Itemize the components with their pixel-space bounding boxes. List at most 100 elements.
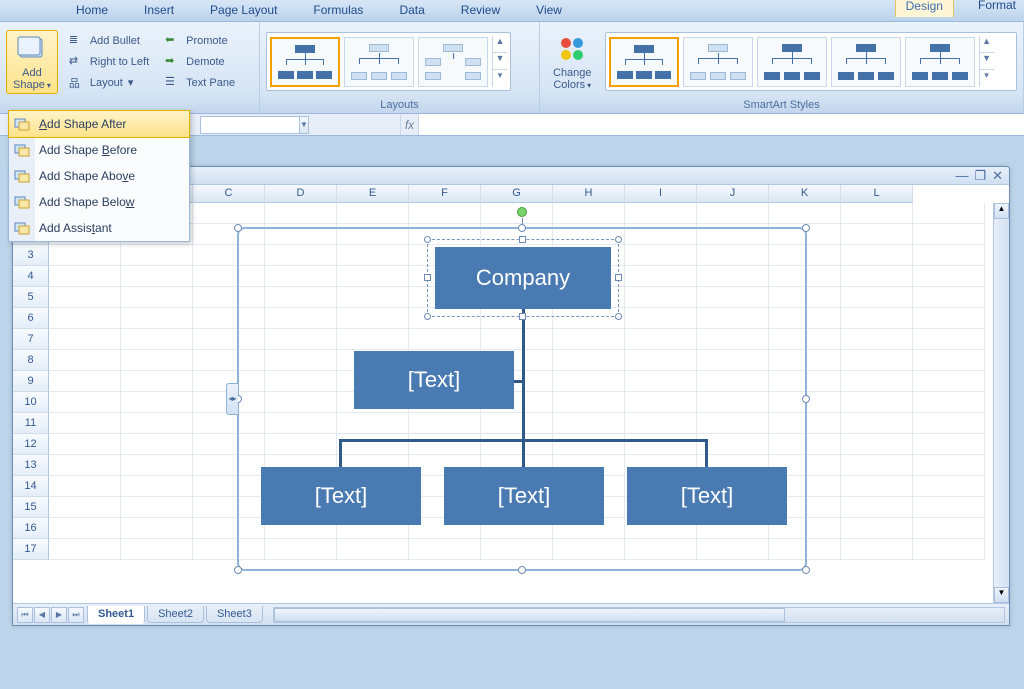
gallery-up[interactable]: ▲ [493, 36, 507, 53]
change-colors-button[interactable]: Change Colors [546, 30, 599, 94]
tab-format[interactable]: Format [974, 0, 1020, 17]
resize-handle-tm[interactable] [518, 224, 526, 232]
sheet-tab-1[interactable]: Sheet1 [87, 606, 145, 624]
col-C[interactable]: C [193, 185, 265, 203]
gallery-more[interactable]: ▾ [493, 70, 507, 87]
tab-data[interactable]: Data [395, 1, 428, 21]
row-11[interactable]: 11 [13, 413, 49, 434]
styles-up[interactable]: ▲ [980, 36, 994, 53]
style-thumb-3[interactable] [757, 37, 827, 87]
tab-design[interactable]: Design [895, 0, 954, 17]
row-15[interactable]: 15 [13, 497, 49, 518]
shape-handle[interactable] [424, 236, 431, 243]
add-bullet-button[interactable]: ≣Add Bullet [64, 31, 154, 51]
hscroll-thumb[interactable] [274, 608, 785, 622]
sheet-nav-prev[interactable]: ◀ [34, 607, 50, 623]
row-10[interactable]: 10 [13, 392, 49, 413]
row-9[interactable]: 9 [13, 371, 49, 392]
col-K[interactable]: K [769, 185, 841, 203]
resize-handle-bm[interactable] [518, 566, 526, 574]
tab-review[interactable]: Review [457, 1, 504, 21]
shape-handle[interactable] [615, 236, 622, 243]
vertical-scrollbar[interactable]: ▲ ▼ [993, 203, 1009, 603]
row-8[interactable]: 8 [13, 350, 49, 371]
formula-input[interactable] [418, 114, 1024, 135]
tab-insert[interactable]: Insert [140, 1, 178, 21]
row-16[interactable]: 16 [13, 518, 49, 539]
layout-thumb-3[interactable] [418, 37, 488, 87]
col-G[interactable]: G [481, 185, 553, 203]
row-6[interactable]: 6 [13, 308, 49, 329]
tab-home[interactable]: Home [72, 1, 112, 21]
resize-handle-bl[interactable] [234, 566, 242, 574]
resize-handle-tl[interactable] [234, 224, 242, 232]
sheet-nav-next[interactable]: ▶ [51, 607, 67, 623]
text-pane-button[interactable]: ☰Text Pane [160, 73, 240, 93]
gallery-down[interactable]: ▼ [493, 53, 507, 70]
scroll-up[interactable]: ▲ [994, 203, 1009, 219]
tab-page-layout[interactable]: Page Layout [206, 1, 281, 21]
horizontal-scrollbar[interactable] [273, 607, 1005, 623]
style-thumb-5[interactable] [905, 37, 975, 87]
menu-add-assistant[interactable]: Add Assistant [9, 215, 189, 241]
resize-handle-mr[interactable] [802, 395, 810, 403]
org-node-root[interactable]: Company [435, 247, 611, 309]
col-E[interactable]: E [337, 185, 409, 203]
menu-add-shape-above[interactable]: Add Shape Above [9, 163, 189, 189]
text-pane-toggle[interactable]: ◂▸ [226, 383, 238, 415]
style-thumb-4[interactable] [831, 37, 901, 87]
style-thumb-2[interactable] [683, 37, 753, 87]
sheet-tab-3[interactable]: Sheet3 [206, 606, 263, 623]
org-node-child-3[interactable]: [Text] [627, 467, 787, 525]
layout-button[interactable]: 品Layout ▾ [64, 73, 154, 93]
sheet-nav-first[interactable]: ⏮ [17, 607, 33, 623]
rotation-handle[interactable] [517, 207, 527, 217]
layout-thumb-2[interactable] [344, 37, 414, 87]
row-3[interactable]: 3 [13, 245, 49, 266]
shape-handle[interactable] [424, 274, 431, 281]
sheet-tab-2[interactable]: Sheet2 [147, 606, 204, 623]
smartart-frame[interactable]: ◂▸ Company [Text] [237, 227, 807, 571]
col-I[interactable]: I [625, 185, 697, 203]
fx-icon[interactable]: fx [400, 114, 418, 135]
row-13[interactable]: 13 [13, 455, 49, 476]
row-5[interactable]: 5 [13, 287, 49, 308]
layouts-gallery[interactable]: ▲ ▼ ▾ [266, 32, 511, 91]
org-node-child-2[interactable]: [Text] [444, 467, 604, 525]
tab-view[interactable]: View [532, 1, 566, 21]
window-minimize[interactable]: — [955, 168, 968, 183]
shape-handle[interactable] [519, 313, 526, 320]
shape-handle[interactable] [424, 313, 431, 320]
scroll-down[interactable]: ▼ [994, 587, 1009, 603]
window-restore[interactable]: ❐ [974, 168, 986, 184]
tab-formulas[interactable]: Formulas [309, 1, 367, 21]
sheet-nav-last[interactable]: ⏭ [68, 607, 84, 623]
right-to-left-button[interactable]: ⇄Right to Left [64, 52, 154, 72]
style-thumb-1[interactable] [609, 37, 679, 87]
resize-handle-tr[interactable] [802, 224, 810, 232]
shape-handle[interactable] [615, 313, 622, 320]
resize-handle-br[interactable] [802, 566, 810, 574]
grid[interactable]: A B C D E F G H I J K L 1234567891011121… [13, 185, 1009, 603]
row-4[interactable]: 4 [13, 266, 49, 287]
demote-button[interactable]: ➡Demote [160, 52, 240, 72]
col-L[interactable]: L [841, 185, 913, 203]
org-node-assistant[interactable]: [Text] [354, 351, 514, 409]
row-17[interactable]: 17 [13, 539, 49, 560]
row-12[interactable]: 12 [13, 434, 49, 455]
styles-down[interactable]: ▼ [980, 53, 994, 70]
promote-button[interactable]: ⬅Promote [160, 31, 240, 51]
styles-gallery[interactable]: ▲ ▼ ▾ [605, 32, 1017, 91]
col-H[interactable]: H [553, 185, 625, 203]
menu-add-shape-below[interactable]: Add Shape Below [9, 189, 189, 215]
org-node-child-1[interactable]: [Text] [261, 467, 421, 525]
shape-handle[interactable] [519, 236, 526, 243]
col-J[interactable]: J [697, 185, 769, 203]
menu-add-shape-before[interactable]: Add Shape Before [9, 137, 189, 163]
add-shape-button[interactable]: Add Shape [6, 30, 58, 94]
col-F[interactable]: F [409, 185, 481, 203]
shape-handle[interactable] [615, 274, 622, 281]
styles-more[interactable]: ▾ [980, 70, 994, 87]
row-7[interactable]: 7 [13, 329, 49, 350]
window-close[interactable]: ✕ [992, 168, 1003, 184]
